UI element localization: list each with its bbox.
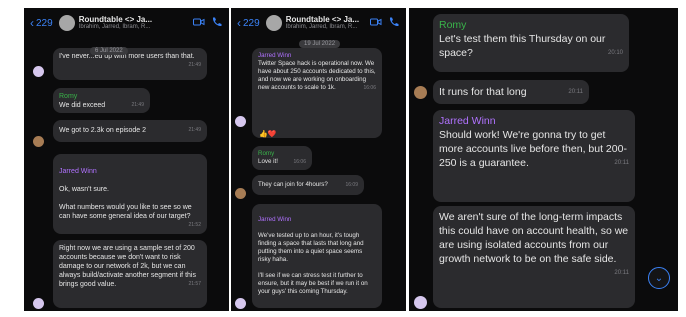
group-avatar[interactable] <box>58 15 75 31</box>
sender-name: Romy <box>59 93 78 100</box>
message-time: 21:57 <box>188 281 201 287</box>
unread-count: 229 <box>36 17 53 29</box>
phone-icon[interactable] <box>388 16 400 31</box>
message-text: Right now we are using a sample set of 2… <box>59 245 196 288</box>
message-time: 16:06 <box>363 85 376 91</box>
message-time: 21:49 <box>188 127 201 133</box>
message-text: Let's test them this Thursday on our spa… <box>439 33 606 59</box>
back-button[interactable]: ‹ 229 <box>30 17 53 29</box>
message-bubble[interactable]: We got to 2.3k on episode 2 21:49 <box>53 120 207 142</box>
message-text: Ok, wasn't sure. What numbers would you … <box>59 186 192 220</box>
avatar[interactable] <box>33 66 44 77</box>
chat-title-block[interactable]: Roundtable <> Ja... Ibrahim, Jarred, Ibr… <box>78 14 153 31</box>
sender-name: Romy <box>258 150 275 157</box>
message-text: Twitter Space hack is operational now. W… <box>258 60 376 91</box>
chevron-down-icon: ⌄ <box>654 272 664 284</box>
message-bubble[interactable]: Jarred Winn Should work! We're gonna try… <box>433 110 635 202</box>
avatar[interactable] <box>235 298 246 309</box>
chat-title: Roundtable <> Ja... <box>78 14 153 24</box>
sender-name: Jarred Winn <box>258 52 292 59</box>
message-bubble[interactable]: We aren't sure of the long-term impacts … <box>433 206 635 308</box>
message-time: 20:11 <box>614 160 629 166</box>
message-bubble[interactable]: Jarred Winn Twitter Space hack is operat… <box>252 48 382 138</box>
message-text: Love it! <box>258 158 278 165</box>
sender-name: Jarred Winn <box>59 168 97 175</box>
message-text: We aren't sure of the long-term impacts … <box>439 211 629 265</box>
chat-panel-left: ‹ 229 Roundtable <> Ja... Ibrahim, Jarre… <box>24 8 229 311</box>
chevron-left-icon: ‹ <box>30 16 34 30</box>
sender-name: Romy <box>439 19 467 31</box>
message-text: Should work! We're gonna try to get more… <box>439 129 627 169</box>
group-avatar[interactable] <box>265 15 282 31</box>
chat-subtitle: Ibrahim, Jarred, Ibram, R... <box>78 24 151 31</box>
chat-title: Roundtable <> Ja... <box>285 14 360 24</box>
message-bubble[interactable]: They can join for 4hours? 16:09 <box>252 175 364 195</box>
message-text: We did exceed <box>59 102 106 109</box>
sender-name: Jarred Winn <box>258 216 292 223</box>
message-bubble[interactable]: Romy Love it! 16:06 <box>252 146 312 170</box>
message-time: 20:11 <box>614 270 629 276</box>
chat-header: ‹ 229 Roundtable <> Ja... Ibrahim, Jarre… <box>231 8 406 38</box>
sender-name: Jarred Winn <box>439 115 496 127</box>
message-text: We've tested up to an hour, it's tough f… <box>258 232 368 295</box>
chat-panel-right: Romy Let's test them this Thursday on ou… <box>409 8 678 311</box>
avatar[interactable] <box>235 116 246 127</box>
message-text: They can join for 4hours? <box>258 181 328 188</box>
avatar[interactable] <box>235 188 246 199</box>
message-bubble[interactable]: Romy Let's test them this Thursday on ou… <box>433 14 629 72</box>
message-time: 21:49 <box>131 102 144 108</box>
message-text: I've never...ed up with more users than … <box>59 53 195 60</box>
message-bubble[interactable]: It runs for that long 20:11 <box>433 80 589 104</box>
date-separator: 19 Jul 2022 <box>299 40 341 48</box>
message-time: 21:52 <box>188 222 201 228</box>
message-text: We got to 2.3k on episode 2 <box>59 127 147 134</box>
chat-title-block[interactable]: Roundtable <> Ja... Ibrahim, Jarred, Ibr… <box>285 14 360 31</box>
chat-header: ‹ 229 Roundtable <> Ja... Ibrahim, Jarre… <box>24 8 229 38</box>
message-time: 20:10 <box>607 50 623 56</box>
avatar[interactable] <box>414 86 427 99</box>
chat-subtitle: Ibrahim, Jarred, Ibram, R... <box>285 24 358 31</box>
message-bubble[interactable]: Jarred Winn We've tested up to an hour, … <box>252 204 382 308</box>
message-time: 20:11 <box>568 89 583 95</box>
date-separator: 6 Jul 2022 <box>90 47 128 55</box>
message-bubble[interactable]: Jarred Winn Ok, wasn't sure. What number… <box>53 154 207 234</box>
video-icon[interactable] <box>370 16 382 31</box>
chat-panel-middle: ‹ 229 Roundtable <> Ja... Ibrahim, Jarre… <box>231 8 406 311</box>
avatar[interactable] <box>33 298 44 309</box>
message-time: 16:06 <box>293 159 306 165</box>
message-time: 16:09 <box>345 182 358 188</box>
message-bubble[interactable]: I've never...ed up with more users than … <box>53 48 207 80</box>
reaction-badge[interactable]: 👍❤️ <box>256 130 280 138</box>
chevron-left-icon: ‹ <box>237 16 241 30</box>
avatar[interactable] <box>33 136 44 147</box>
scroll-down-button[interactable]: ⌄ <box>648 267 670 289</box>
avatar[interactable] <box>414 296 427 309</box>
message-bubble[interactable]: Romy We did exceed 21:49 <box>53 88 150 113</box>
video-icon[interactable] <box>193 16 205 31</box>
message-time: 21:49 <box>188 62 201 68</box>
message-text: It runs for that long <box>439 86 527 98</box>
back-button[interactable]: ‹ 229 <box>237 17 260 29</box>
phone-icon[interactable] <box>211 16 223 31</box>
unread-count: 229 <box>243 17 260 29</box>
message-bubble[interactable]: Right now we are using a sample set of 2… <box>53 240 207 308</box>
